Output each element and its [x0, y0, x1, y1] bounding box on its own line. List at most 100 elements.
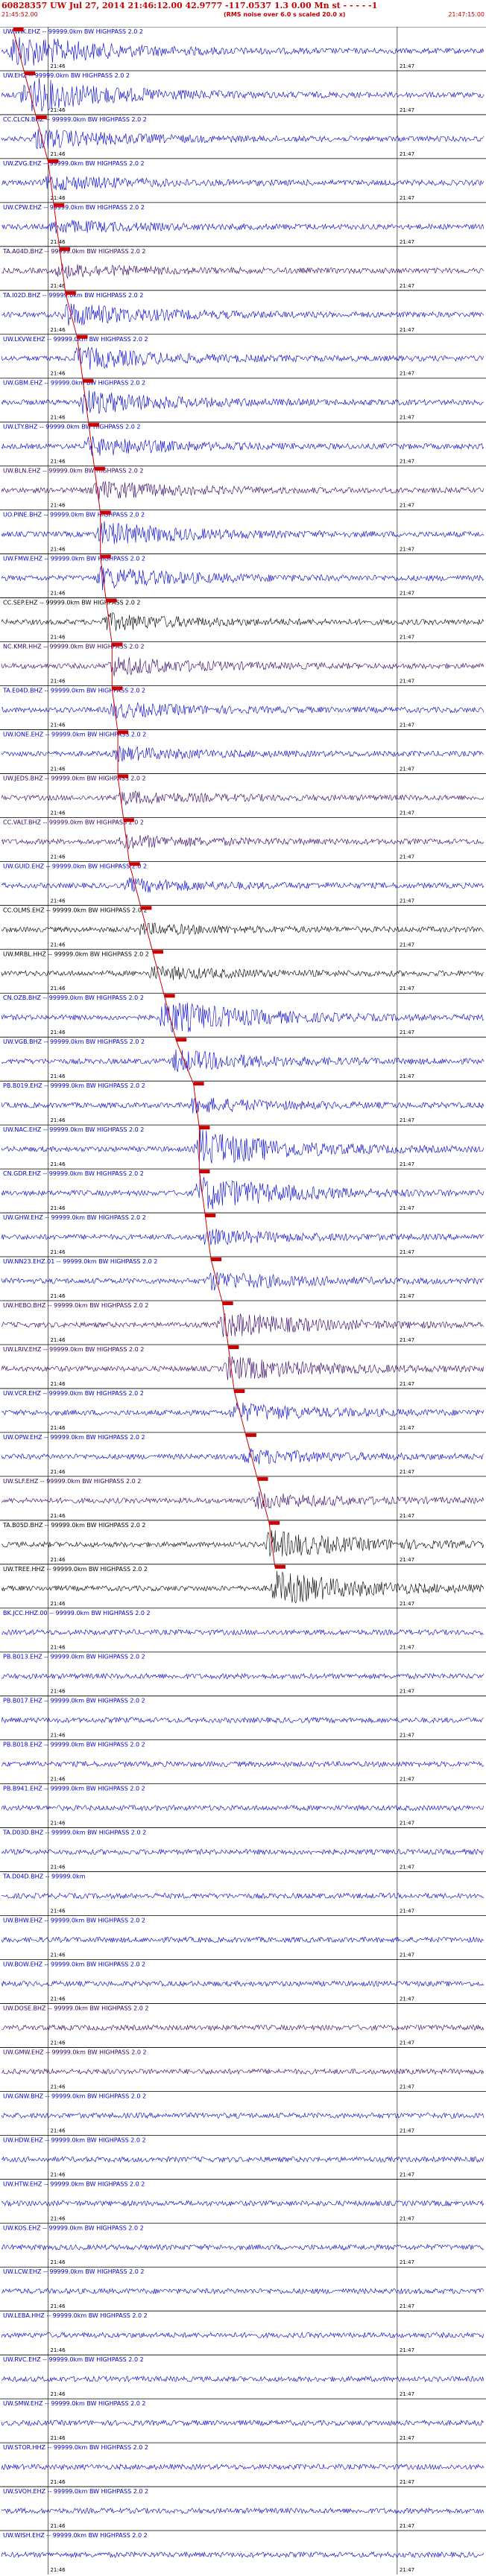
tick-label: 21:47 [400, 1117, 414, 1123]
tick-label: 21:46 [50, 415, 66, 421]
tick-label: 21:47 [400, 2435, 414, 2441]
seismogram-plot: UW.WIK.EHZ -- 99999.0km BW HIGHPASS 2.0 … [0, 26, 486, 2575]
tick-label: 21:46 [50, 2128, 66, 2134]
trace-waveform [1, 2420, 485, 2427]
pick-marker [257, 1476, 268, 1481]
pick-marker [60, 247, 71, 251]
trace-label: TA.D04D.BHZ -- 99999.0km [2, 1874, 86, 1880]
tick-label: 21:47 [400, 1777, 414, 1783]
tick-label: 21:47 [400, 1996, 414, 2002]
tick-label: 21:46 [50, 1952, 66, 1958]
trace-waveform [1, 1570, 485, 1604]
tick-label: 21:47 [400, 2347, 414, 2353]
tick-label: 21:46 [50, 1645, 66, 1651]
tick-label: 21:47 [400, 766, 414, 772]
trace-waveform [1, 2551, 485, 2558]
trace-waveform [1, 566, 485, 591]
tick-label: 21:46 [50, 2435, 66, 2441]
trace-waveform [1, 1628, 484, 1636]
tick-label: 21:46 [50, 1996, 66, 2002]
trace-waveform [1, 77, 485, 112]
tick-label: 21:47 [400, 1073, 414, 1079]
tick-label: 21:46 [50, 1117, 66, 1123]
tick-label: 21:47 [400, 1205, 414, 1211]
trace-label: UW.BOW.EHZ -- 99999.0km BW HIGHPASS 2.0 … [3, 1961, 145, 1967]
tick-label: 21:47 [400, 283, 414, 289]
tick-label: 21:46 [50, 2171, 66, 2177]
tick-label: 21:46 [50, 1469, 66, 1475]
pick-marker [228, 1345, 239, 1349]
tick-label: 21:46 [50, 1425, 66, 1431]
plot-header: 60828357 UW Jul 27, 2014 21:46:12.00 42.… [0, 0, 486, 27]
tick-label: 21:46 [50, 283, 66, 289]
tick-label: 21:46 [50, 1161, 66, 1167]
trace-waveform [1, 436, 485, 456]
tick-label: 21:46 [50, 898, 66, 904]
trace-waveform [1, 1313, 485, 1337]
trace-waveform [1, 1356, 485, 1380]
tick-label: 21:46 [50, 1337, 66, 1343]
tick-label: 21:47 [400, 1601, 414, 1607]
tick-label: 21:46 [50, 722, 66, 728]
tick-label: 21:46 [50, 678, 66, 684]
pick-marker [123, 818, 134, 822]
trace-label: UW.GHW.EHZ -- 99999.0km BW HIGHPASS 2.0 … [3, 1214, 146, 1221]
trace-label: UW.GMW.EHZ -- 99999.0km BW HIGHPASS 2.0 … [3, 2049, 147, 2055]
tick-label: 21:47 [400, 1030, 414, 1035]
minute-grid [0, 26, 486, 2575]
tick-label: 21:47 [400, 2523, 414, 2529]
trace-label: UW.TREE.HHZ -- 99999.0km BW HIGHPASS 2.0… [3, 1566, 148, 1573]
pick-marker [65, 291, 76, 295]
tick-label: 21:46 [50, 1689, 66, 1695]
tick-label: 21:46 [50, 2347, 66, 2353]
pick-marker [25, 71, 36, 75]
tick-label: 21:47 [400, 2479, 414, 2485]
pick-marker [100, 510, 111, 515]
trace-waveform [1, 1448, 485, 1465]
pick-marker [118, 774, 129, 778]
trace-waveform [1, 1716, 484, 1724]
tick-label: 21:46 [50, 503, 66, 509]
pick-marker [83, 378, 94, 383]
tick-label: 21:46 [50, 810, 66, 816]
trace-waveform [1, 1892, 485, 1900]
pick-marker [269, 1520, 280, 1525]
trace-waveform [1, 2376, 485, 2383]
tick-label: 21:47 [400, 2215, 414, 2221]
pick-marker [54, 203, 65, 207]
trace-waveform [1, 346, 485, 370]
trace-label: UO.PINE.BHZ -- 99999.0km BW HIGHPASS 2.0… [3, 512, 145, 518]
trace-label: UW.MRBL.HHZ -- 99999.0km BW HIGHPASS 2.0… [3, 951, 149, 957]
pick-marker [106, 598, 117, 603]
trace-label: UW.GUID.EHZ -- 99999.0km BW HIGHPASS 2.0… [3, 863, 147, 869]
tick-label: 21:46 [50, 2040, 66, 2046]
trace-label: UW.LKVW.EHZ -- 99999.0km BW HIGHPASS 2.0… [3, 336, 148, 343]
tick-label: 21:47 [400, 898, 414, 904]
tick-label: 21:47 [400, 195, 414, 201]
tick-label: 21:46 [50, 1073, 66, 1079]
pick-marker [193, 1082, 204, 1086]
trace-waveform [1, 2288, 485, 2295]
trace-label: UW.OPW.EHZ -- 99999.0km BW HIGHPASS 2.0 … [3, 1434, 145, 1441]
tick-label: 21:46 [50, 1513, 66, 1519]
tick-label: 21:46 [50, 1381, 66, 1387]
tick-label: 21:47 [400, 854, 414, 860]
tick-label: 21:46 [50, 2479, 66, 2485]
trace-label: UW.ZVG.EHZ -- 99999.0km BW HIGHPASS 2.0 … [3, 160, 145, 167]
trace-waveform [1, 37, 485, 66]
tick-label: 21:47 [400, 986, 414, 992]
trace-label: UW.NAC.EHZ -- 99999.0km BW HIGHPASS 2.0 … [3, 1126, 144, 1133]
trace-label: UW.KOS.EHZ -- 99999.0km BW HIGHPASS 2.0 … [3, 2224, 144, 2231]
trace-label: PB.B017.EHZ -- 99999.0km BW HIGHPASS 2.0… [3, 1698, 145, 1704]
trace-waveform [1, 2507, 485, 2515]
tick-label: 21:47 [400, 1952, 414, 1958]
trace-waveform [1, 2463, 485, 2471]
trace-label: UW.WISH.EHZ -- 99999.0km BW HIGHPASS 2.0… [3, 2532, 148, 2539]
pick-marker [89, 422, 100, 427]
tick-label: 21:47 [400, 2303, 414, 2309]
trace-label: UW.HDW.EHZ -- 99999.0km BW HIGHPASS 2.0 … [3, 2136, 146, 2143]
trace-label: TA.A04D.BHZ -- 99999.0km BW HIGHPASS 2.0… [2, 248, 145, 255]
trace-label: UW.BLN.EHZ -- 99999.0km BW HIGHPASS 2.0 … [3, 468, 143, 475]
trace-waveform [1, 1174, 485, 1210]
tick-label: 21:46 [50, 1293, 66, 1299]
